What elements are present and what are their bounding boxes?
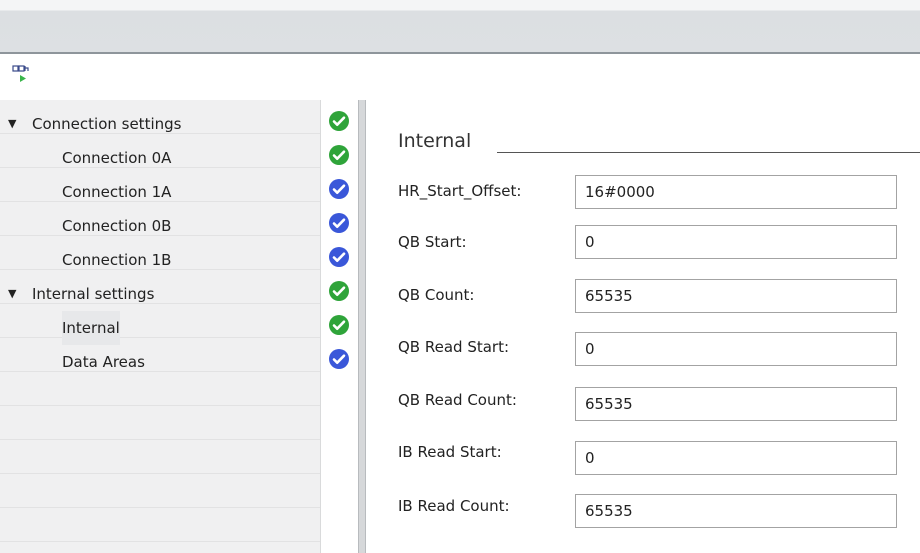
- qb-read-start-input[interactable]: 0: [575, 332, 897, 366]
- tree-item-label: Internal settings: [32, 285, 155, 303]
- checkmark-icon: [329, 145, 349, 165]
- checkmark-icon: [329, 213, 349, 233]
- checkmark-icon: [329, 349, 349, 369]
- ib-read-start-input[interactable]: 0: [575, 441, 897, 475]
- checkmark-icon: [329, 281, 349, 301]
- qb-read-start-label: QB Read Start:: [398, 338, 510, 356]
- qb-start-label: QB Start:: [398, 233, 467, 251]
- tree-item-connection-0a[interactable]: Connection 0A: [0, 141, 320, 175]
- qb-start-input[interactable]: 0: [575, 225, 897, 259]
- tree-item-label: Connection 0B: [62, 217, 172, 235]
- tree-item-internal[interactable]: Internal: [0, 311, 320, 345]
- checkmark-icon: [329, 247, 349, 267]
- tree-item-connection-1b[interactable]: Connection 1B: [0, 243, 320, 277]
- tree-item-label: Internal: [62, 311, 120, 345]
- checkmark-icon: [329, 315, 349, 335]
- ib-read-count-input[interactable]: 65535: [575, 494, 897, 528]
- ib-read-start-label: IB Read Start:: [398, 443, 502, 461]
- hr-start-offset-label: HR_Start_Offset:: [398, 182, 522, 200]
- panel-splitter[interactable]: [356, 100, 372, 553]
- qb-read-count-input[interactable]: 65535: [575, 387, 897, 421]
- tree-item-connection-settings[interactable]: ▼ Connection settings: [0, 107, 320, 141]
- tree-item-data-areas[interactable]: Data Areas: [0, 345, 320, 379]
- tree-item-label: Data Areas: [62, 353, 145, 371]
- tree-item-connection-0b[interactable]: Connection 0B: [0, 209, 320, 243]
- tree-item-internal-settings[interactable]: ▼ Internal settings: [0, 277, 320, 311]
- compile-icon[interactable]: [12, 64, 32, 86]
- qb-count-label: QB Count:: [398, 286, 475, 304]
- expand-arrow-icon[interactable]: ▼: [8, 107, 20, 141]
- qb-count-input[interactable]: 65535: [575, 279, 897, 313]
- tree-item-label: Connection 1A: [62, 183, 172, 201]
- tree-item-label: Connection 0A: [62, 149, 172, 167]
- toolbar: [0, 54, 920, 100]
- section-title: Internal: [398, 130, 472, 152]
- tree-item-connection-1a[interactable]: Connection 1A: [0, 175, 320, 209]
- section-divider: [497, 152, 920, 153]
- tree-item-label: Connection settings: [32, 115, 182, 133]
- title-bar: [0, 0, 920, 54]
- ib-read-count-label: IB Read Count:: [398, 497, 510, 515]
- checkmark-icon: [329, 179, 349, 199]
- checkmark-icon: [329, 111, 349, 131]
- tree-item-label: Connection 1B: [62, 251, 172, 269]
- navigation-tree: ▼ Connection settings Connection 0A Conn…: [0, 100, 320, 553]
- expand-arrow-icon[interactable]: ▼: [8, 277, 20, 311]
- qb-read-count-label: QB Read Count:: [398, 391, 517, 409]
- hr-start-offset-input[interactable]: 16#0000: [575, 175, 897, 209]
